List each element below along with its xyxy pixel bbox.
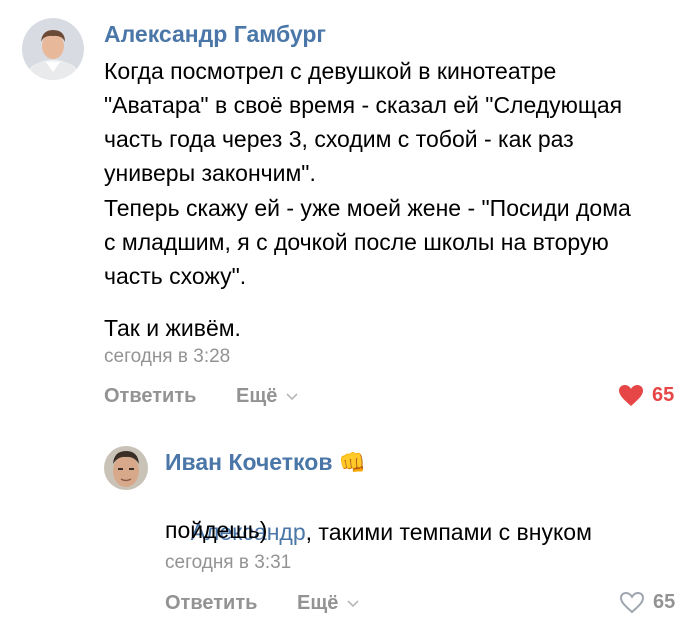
user-photo-icon — [104, 446, 148, 490]
reply-button[interactable]: Ответить — [165, 592, 257, 615]
avatar[interactable] — [104, 446, 148, 490]
more-label: Ещё — [297, 592, 339, 614]
comment-text-line: пойдешь) — [165, 517, 268, 543]
comment-author[interactable]: Иван Кочетков 👊 — [165, 449, 366, 476]
like-count: 65 — [653, 591, 676, 613]
more-button[interactable]: Ещё — [297, 592, 338, 615]
fist-emoji-icon: 👊 — [338, 450, 367, 475]
comment-time[interactable]: сегодня в 3:31 — [165, 552, 291, 574]
comment-2: Иван Кочетков 👊 Александр, такими темпам… — [0, 0, 700, 630]
comment-text-part: , такими темпами с внуком — [305, 519, 592, 545]
author-name: Иван Кочетков — [165, 449, 333, 475]
heart-outline-icon — [619, 591, 645, 614]
chevron-down-icon — [347, 600, 359, 608]
like-button[interactable]: 65 — [619, 591, 675, 614]
